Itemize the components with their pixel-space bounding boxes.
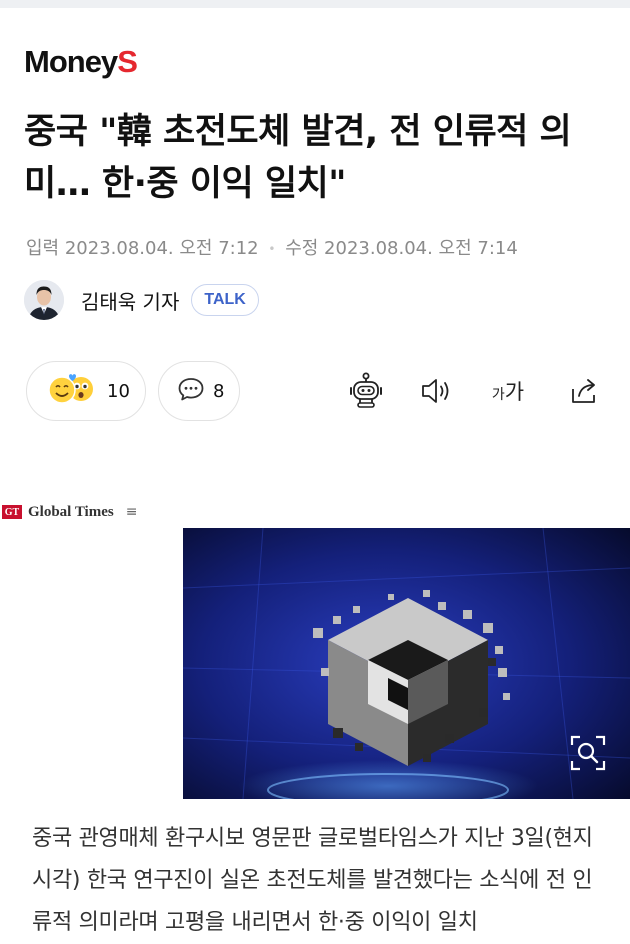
- menu-icon: ≡: [125, 504, 138, 520]
- font-size-button[interactable]: 가가: [485, 370, 531, 412]
- logo-text: Money: [24, 44, 118, 79]
- gt-badge: GT: [2, 505, 22, 519]
- gt-name: Global Times: [28, 503, 114, 520]
- top-strip: [0, 0, 630, 8]
- talk-button[interactable]: TALK: [191, 284, 259, 316]
- global-times-header: GT Global Times ≡: [2, 500, 137, 524]
- reaction-button[interactable]: 10: [26, 361, 146, 421]
- zoom-search-icon: [570, 735, 606, 771]
- font-size-large: 가: [504, 380, 525, 404]
- summary-button[interactable]: [344, 370, 388, 412]
- article-body: 중국 관영매체 환구시보 영문판 글로벌타임스가 지난 3일(현지시각) 한국 …: [32, 826, 593, 935]
- logo-accent: S: [117, 44, 138, 79]
- speaker-icon: [422, 379, 449, 403]
- moneys-logo[interactable]: MoneyS: [24, 44, 138, 80]
- emoji-reaction-icon: [45, 372, 99, 410]
- article-image[interactable]: [183, 528, 630, 799]
- article-dates: 입력 2023.08.04. 오전 7:12 • 수정 2023.08.04. …: [26, 234, 518, 260]
- article-title: 중국 "韓 초전도체 발견, 전 인류적 의미… 한·중 이익 일치": [24, 112, 572, 204]
- image-zoom-button[interactable]: [566, 731, 610, 775]
- modified-date: 2023.08.04. 오전 7:14: [324, 238, 518, 259]
- published-date: 2023.08.04. 오전 7:12: [64, 238, 259, 259]
- font-size-small: 가: [491, 387, 505, 403]
- author-name[interactable]: 김태욱 기자: [81, 286, 179, 315]
- reaction-count: 10: [107, 380, 130, 402]
- date-separator: •: [268, 242, 276, 256]
- comment-icon: [177, 376, 205, 406]
- comment-button[interactable]: 8: [158, 361, 240, 421]
- author-avatar[interactable]: [24, 280, 64, 320]
- share-icon: [572, 379, 595, 403]
- published-label: 입력: [26, 238, 60, 259]
- robot-summary-icon: [350, 372, 382, 408]
- modified-label: 수정: [285, 238, 319, 259]
- listen-button[interactable]: [414, 370, 458, 412]
- comment-count: 8: [213, 380, 225, 402]
- author-row: 김태욱 기자 TALK: [24, 278, 259, 322]
- font-size-icon: 가가: [492, 376, 524, 406]
- share-button[interactable]: [562, 370, 606, 412]
